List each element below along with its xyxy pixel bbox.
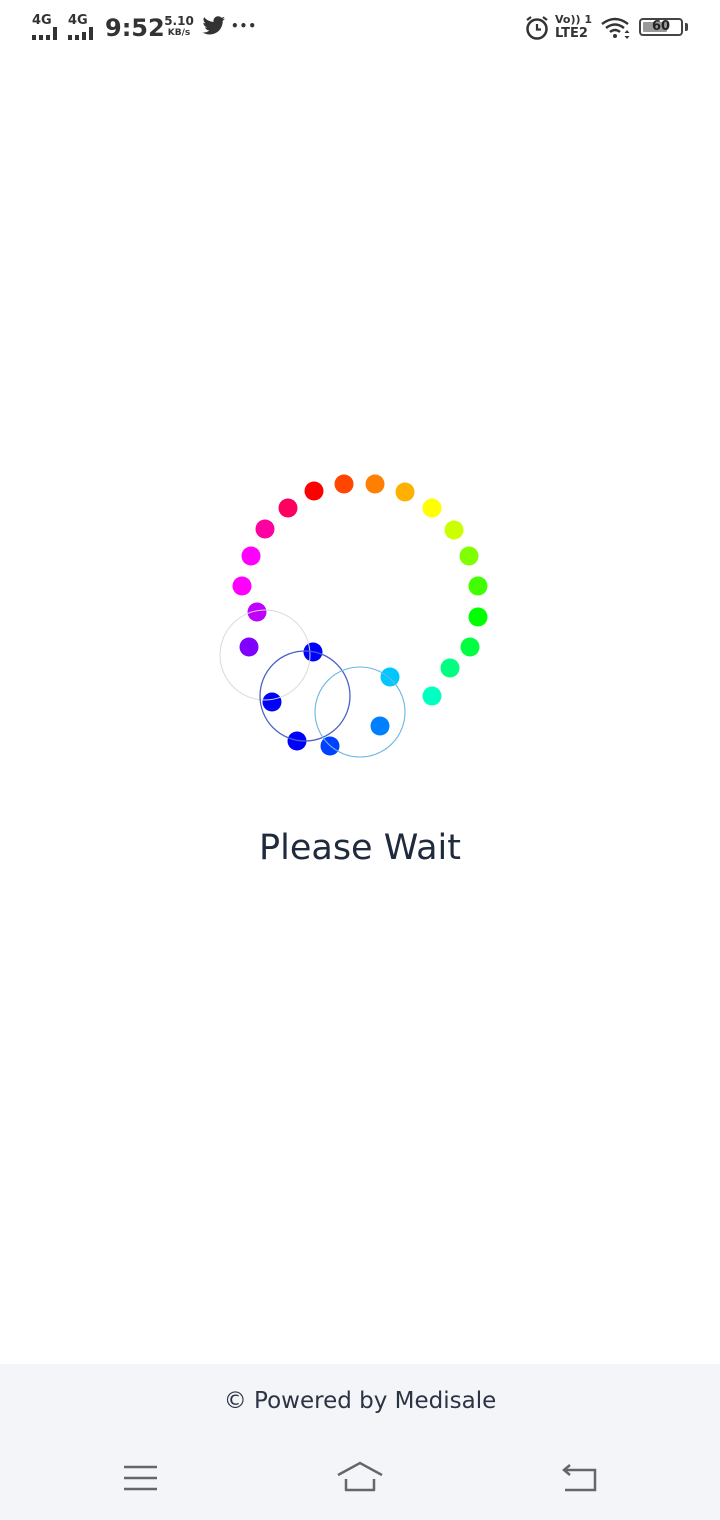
spinner-ring: [314, 666, 406, 758]
alarm-icon: [526, 16, 548, 40]
powered-by-text: © Powered by Medisale: [223, 1388, 497, 1414]
spinner-dot: [444, 520, 464, 540]
status-bar: 4G 4G 9:52 5.10 KB/s ••• Vo)) 1 LTE2 60: [0, 0, 720, 56]
spinner-dot: [370, 716, 390, 736]
spinner-dot: [468, 607, 488, 627]
loading-message: Please Wait: [259, 828, 461, 868]
spinner-ring: [219, 609, 311, 701]
footer: © Powered by Medisale: [0, 1364, 720, 1520]
spinner-dot: [440, 658, 460, 678]
spinner-dot: [239, 637, 259, 657]
spinner-dot: [459, 546, 479, 566]
spinner-dot: [255, 519, 275, 539]
spinner-dot: [262, 692, 282, 712]
spinner-dot: [395, 482, 415, 502]
spinner-dot: [304, 481, 324, 501]
signal-icon: [32, 27, 57, 40]
network-speed-value: 5.10: [164, 14, 194, 28]
loading-spinner: [219, 474, 488, 758]
network-speed-unit: KB/s: [167, 28, 191, 38]
spinner-dot: [334, 474, 354, 494]
spinner-dot: [468, 576, 488, 596]
spinner-dot: [241, 546, 261, 566]
menu-icon[interactable]: [117, 1458, 165, 1498]
battery-level: 60: [651, 19, 671, 34]
lte-label: LTE2: [555, 26, 588, 41]
spinner-dot: [380, 667, 400, 687]
wifi-icon: [601, 17, 630, 39]
status-time: 9:52: [105, 14, 165, 42]
volte-label: Vo)) 1: [555, 13, 593, 26]
twitter-icon: [202, 16, 225, 35]
more-notifications-indicator: •••: [231, 19, 258, 33]
spinner-dot: [278, 498, 298, 518]
spinner-dots: [232, 474, 488, 756]
network-speed: 5.10 KB/s: [164, 15, 194, 39]
screen: 4G 4G 9:52 5.10 KB/s ••• Vo)) 1 LTE2 60 …: [0, 0, 720, 1520]
spinner-dot: [365, 474, 385, 494]
home-icon[interactable]: [336, 1458, 384, 1498]
spinner-dot: [460, 637, 480, 657]
spinner-dot: [422, 686, 442, 706]
back-icon[interactable]: [555, 1458, 603, 1498]
volte-indicator: Vo)) 1 LTE2: [555, 13, 595, 41]
spinner-dot: [422, 498, 442, 518]
signal-icon: [68, 27, 93, 40]
spinner-dot: [232, 576, 252, 596]
